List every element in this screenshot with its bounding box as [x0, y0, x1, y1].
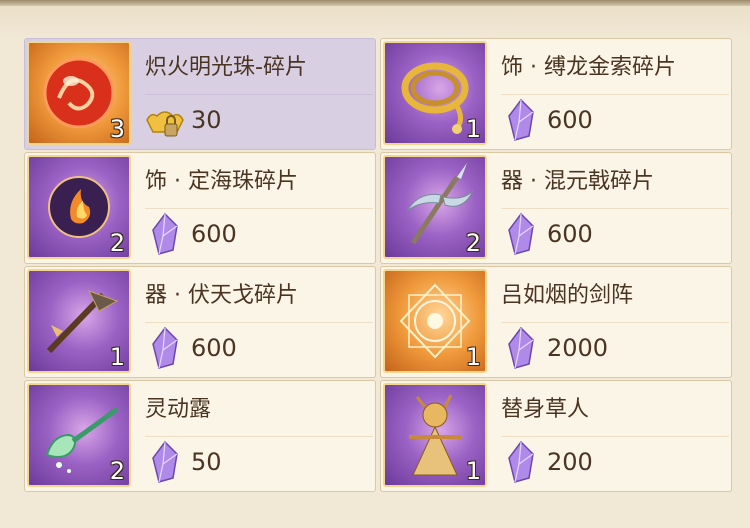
purple-crystal-icon: [501, 326, 541, 370]
item-price: 200: [547, 448, 593, 476]
window-top-border: [0, 0, 750, 40]
shop-item-card[interactable]: 2 灵动露 50: [24, 380, 376, 492]
item-name: 饰 · 缚龙金索碎片: [501, 41, 729, 95]
item-icon-frame: 1: [383, 269, 487, 373]
shop-item-card[interactable]: 3 炽火明光珠-碎片 30: [24, 38, 376, 150]
item-quantity: 2: [465, 229, 481, 257]
shop-item-card[interactable]: 1 饰 · 缚龙金索碎片 600: [380, 38, 732, 150]
purple-crystal-icon: [145, 440, 185, 484]
item-icon-frame: 1: [383, 383, 487, 487]
shop-item-card[interactable]: 2 器 · 混元戟碎片 600: [380, 152, 732, 264]
item-price: 600: [191, 334, 237, 362]
purple-crystal-icon: [145, 212, 185, 256]
gold-ingot-lock-icon: [145, 98, 185, 142]
item-icon-frame: 1: [27, 269, 131, 373]
item-price: 600: [191, 220, 237, 248]
purple-crystal-icon: [501, 440, 541, 484]
item-price: 30: [191, 106, 222, 134]
item-quantity: 1: [465, 343, 481, 371]
purple-crystal-icon: [501, 98, 541, 142]
shop-item-grid: 3 炽火明光珠-碎片 30 1 饰 · 缚龙金索碎片 600 2 饰 · 定海珠…: [24, 38, 732, 492]
item-quantity: 1: [465, 457, 481, 485]
item-quantity: 2: [109, 457, 125, 485]
item-price: 2000: [547, 334, 609, 362]
shop-item-card[interactable]: 2 饰 · 定海珠碎片 600: [24, 152, 376, 264]
item-name: 器 · 混元戟碎片: [501, 155, 729, 209]
shop-item-card[interactable]: 1 吕如烟的剑阵 2000: [380, 266, 732, 378]
item-price: 50: [191, 448, 222, 476]
item-icon-frame: 3: [27, 41, 131, 145]
shop-item-card[interactable]: 1 器 · 伏天戈碎片 600: [24, 266, 376, 378]
item-quantity: 1: [109, 343, 125, 371]
purple-crystal-icon: [145, 326, 185, 370]
item-quantity: 1: [465, 115, 481, 143]
item-icon-frame: 2: [27, 155, 131, 259]
item-icon-frame: 1: [383, 41, 487, 145]
item-icon-frame: 2: [383, 155, 487, 259]
item-quantity: 3: [109, 115, 125, 143]
item-name: 灵动露: [145, 383, 373, 437]
item-price: 600: [547, 106, 593, 134]
item-quantity: 2: [109, 229, 125, 257]
item-name: 饰 · 定海珠碎片: [145, 155, 373, 209]
item-name: 炽火明光珠-碎片: [145, 41, 373, 95]
purple-crystal-icon: [501, 212, 541, 256]
item-name: 器 · 伏天戈碎片: [145, 269, 373, 323]
item-price: 600: [547, 220, 593, 248]
item-name: 吕如烟的剑阵: [501, 269, 729, 323]
item-name: 替身草人: [501, 383, 729, 437]
shop-item-card[interactable]: 1 替身草人 200: [380, 380, 732, 492]
item-icon-frame: 2: [27, 383, 131, 487]
